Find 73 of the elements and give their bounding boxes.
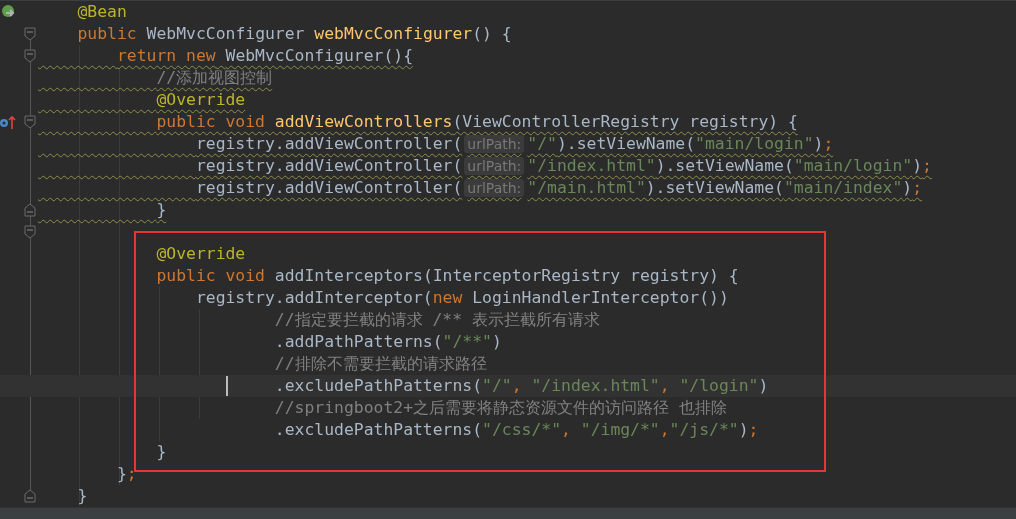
code-token: ).setViewName( — [645, 177, 784, 199]
code-token: ) — [912, 155, 923, 177]
code-token: registry.addViewController( — [195, 133, 463, 155]
parameter-hint: urlPath: — [464, 135, 525, 153]
code-token: ; — [922, 155, 932, 177]
fold-marker-icon[interactable] — [24, 489, 36, 503]
code-token: public void — [156, 111, 266, 133]
code-token: addViewControllers — [274, 111, 453, 133]
code-token: public — [77, 23, 137, 45]
code-token: "/" — [482, 375, 512, 397]
code-token: WebMvcConfigurer — [146, 23, 306, 45]
code-token: @Override — [156, 243, 246, 265]
code-token: .addPathPatterns( — [274, 331, 443, 353]
code-token: "main/login" — [695, 133, 814, 155]
override-icon[interactable] — [0, 114, 18, 130]
code-token: ) — [738, 419, 749, 441]
code-token: ) — [491, 331, 502, 353]
code-token: ; — [748, 419, 759, 441]
code-token: WebMvcConfigurer(){ — [225, 45, 413, 67]
fold-marker-icon[interactable] — [24, 225, 36, 239]
code-token: registry.addViewController( — [195, 177, 463, 199]
code-token: return new — [116, 45, 216, 67]
code-token: ) — [813, 133, 824, 155]
fold-marker-icon[interactable] — [24, 27, 36, 41]
fold-marker-icon[interactable] — [24, 49, 36, 63]
code-token: } — [156, 441, 167, 463]
code-token: , — [511, 375, 523, 397]
code-token: new — [432, 287, 463, 309]
code-token: @Override — [156, 89, 246, 111]
code-token: ) — [758, 375, 769, 397]
code-token: "/index.html" — [527, 155, 656, 177]
fold-marker-icon[interactable] — [24, 203, 36, 217]
code-token: "/index.html" — [531, 375, 660, 397]
code-token: //springboot2+之后需要将静态资源文件的访问路径 也排除 — [274, 397, 727, 419]
code-token: } — [77, 485, 88, 507]
code-token: } — [116, 463, 127, 485]
code-token: @Bean — [77, 1, 127, 23]
code-token: addInterceptors(InterceptorRegistry registry) { — [274, 265, 739, 287]
code-token: .excludePathPatterns( — [274, 419, 483, 441]
code-token: } — [156, 199, 167, 221]
parameter-hint: urlPath: — [464, 157, 525, 175]
code-token: (ViewControllerRegistry registry) { — [452, 111, 798, 133]
code-token: ).setViewName( — [556, 133, 696, 155]
fold-marker-icon[interactable] — [24, 115, 36, 129]
code-token: ).setViewName( — [655, 155, 794, 177]
code-token: "/**" — [442, 331, 492, 353]
code-token: public void — [156, 265, 265, 287]
code-token: "main/login" — [793, 155, 913, 177]
code-token: "/js/*" — [669, 419, 739, 441]
code-token: "/css/*" — [482, 419, 562, 441]
code-token: ; — [912, 177, 923, 199]
code-token: //指定要拦截的请求 /** 表示拦截所有请求 — [274, 309, 600, 331]
code-token: LoginHandlerInterceptor()) — [472, 287, 729, 309]
code-token: ; — [126, 463, 137, 485]
code-token: "/main.html" — [527, 177, 646, 199]
code-token: //添加视图控制 — [156, 67, 273, 89]
code-token: "/img/*" — [580, 419, 660, 441]
code-token: , — [659, 419, 670, 441]
code-token: "main/index" — [783, 177, 903, 199]
code-token: "/login" — [679, 375, 759, 397]
parameter-hint: urlPath: — [464, 179, 525, 197]
code-token: "/" — [527, 133, 557, 155]
code-token: , — [561, 419, 572, 441]
code-token: registry.addInterceptor( — [195, 287, 433, 309]
code-token: webMvcConfigurer — [314, 23, 473, 45]
code-token: ; — [823, 133, 834, 155]
code-token: //排除不需要拦截的请求路径 — [274, 353, 487, 375]
code-token: ) — [902, 177, 913, 199]
code-token: , — [659, 375, 671, 397]
code-token: () { — [472, 23, 512, 45]
code-token: .excludePathPatterns( — [274, 375, 483, 397]
code-token: registry.addViewController( — [195, 155, 463, 177]
text-caret — [226, 376, 228, 396]
